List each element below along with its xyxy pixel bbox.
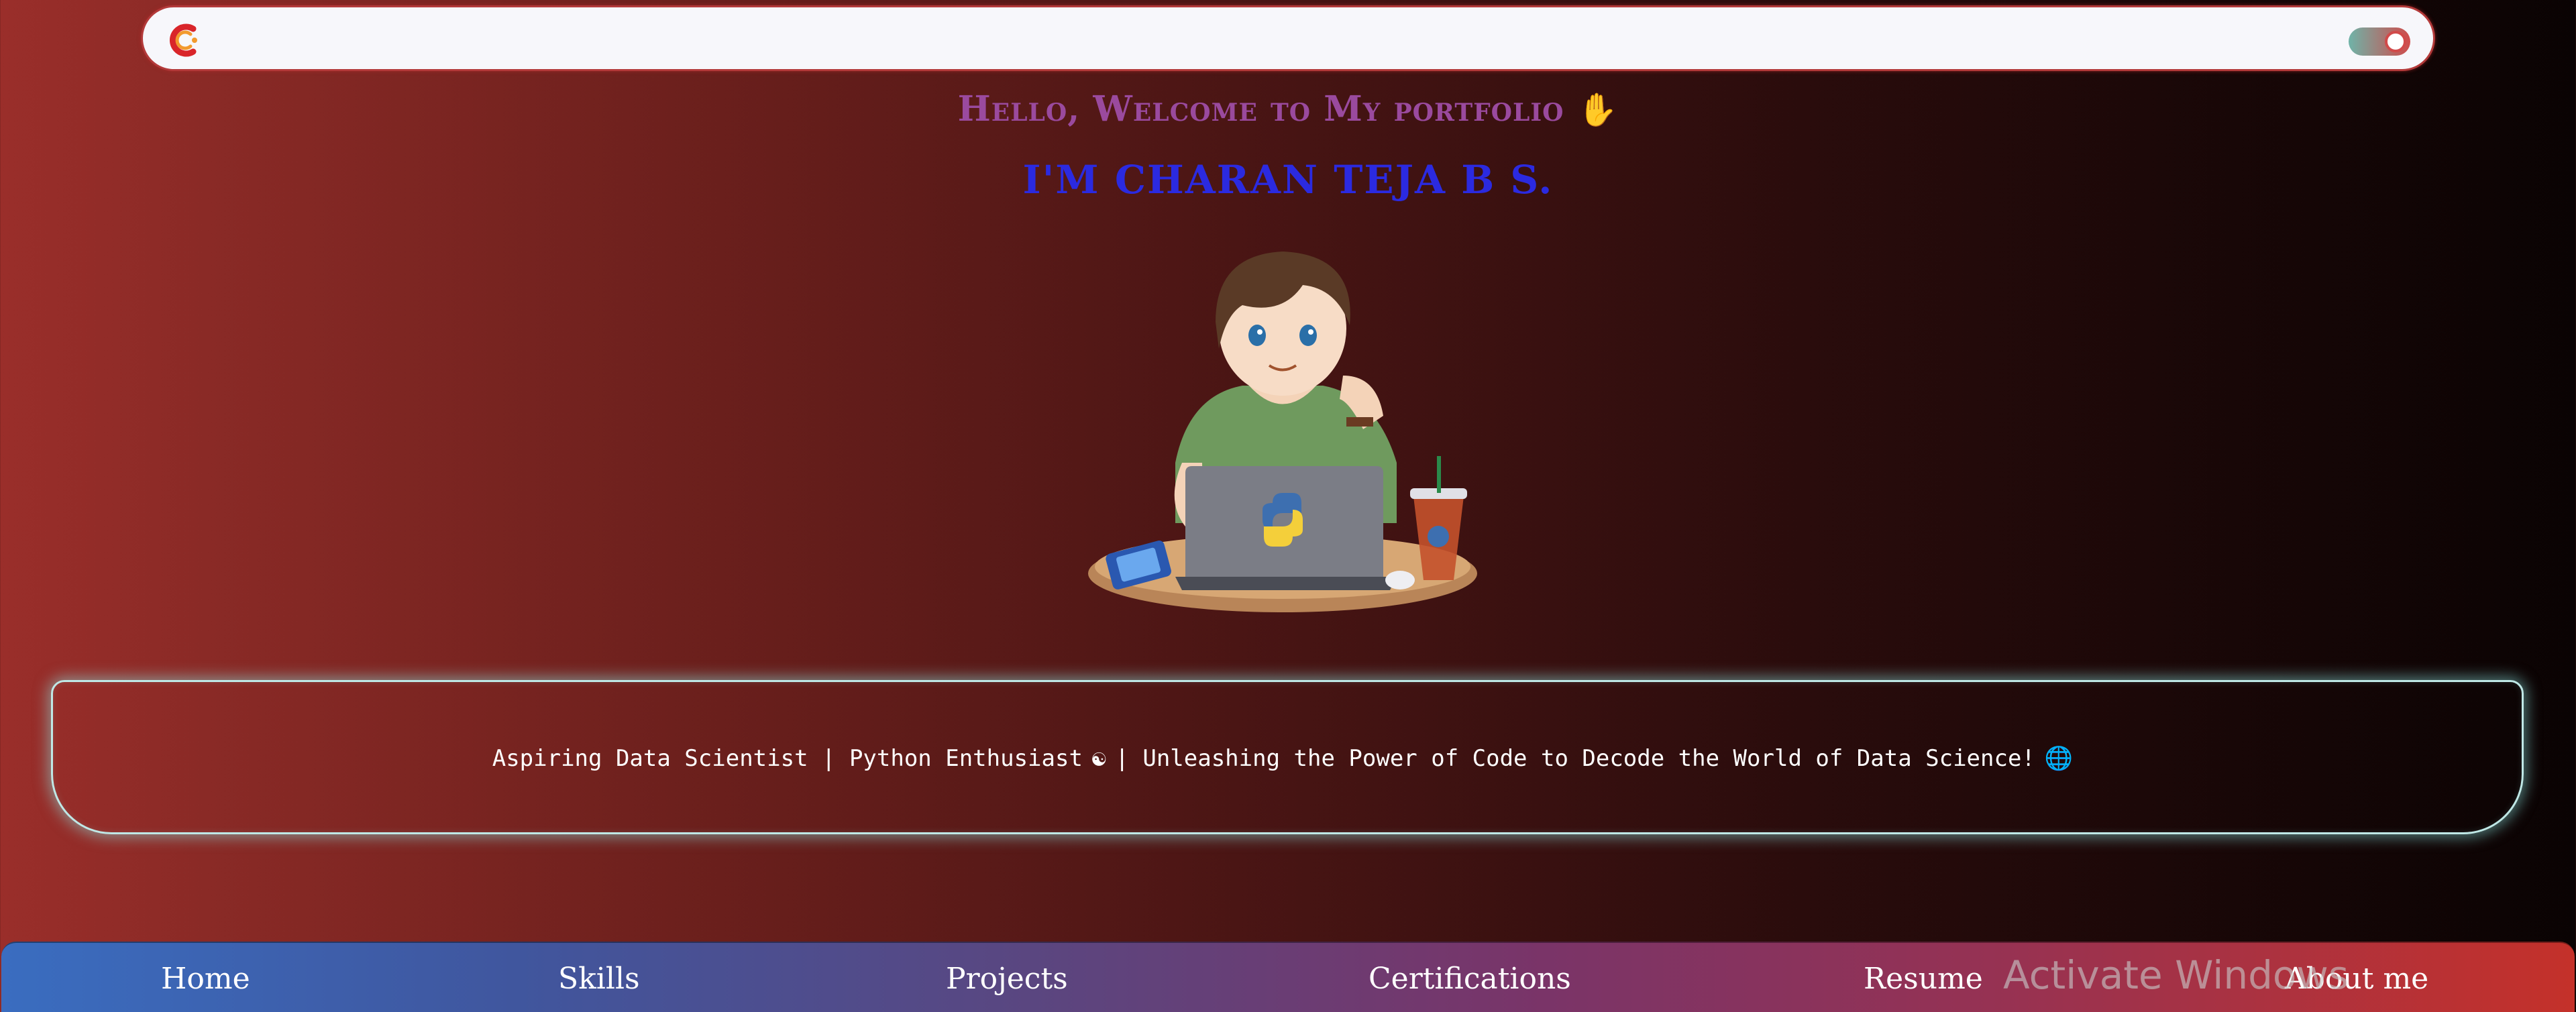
theme-toggle[interactable]	[2349, 27, 2410, 56]
bottom-nav: Home Skills Projects Certifications Resu…	[1, 942, 2575, 1012]
wave-icon: ✋	[1577, 91, 1619, 129]
tagline-part1: Aspiring Data Scientist | Python Enthusi…	[492, 745, 1083, 772]
tagline-card: Aspiring Data Scientist | Python Enthusi…	[51, 680, 2524, 834]
logo-c-icon[interactable]	[166, 22, 203, 58]
nav-certifications[interactable]: Certifications	[1368, 962, 1571, 996]
greeting-text: Hello, Welcome to My portfolio	[957, 89, 1564, 129]
top-search-bar[interactable]	[141, 5, 2435, 71]
nav-projects[interactable]: Projects	[946, 962, 1068, 996]
developer-avatar-illustration	[1088, 251, 1477, 612]
tagline-text-row: Aspiring Data Scientist | Python Enthusi…	[53, 745, 2522, 772]
globe-icon: 🌐	[2044, 745, 2074, 772]
nav-home[interactable]: Home	[161, 962, 250, 996]
nav-resume[interactable]: Resume	[1864, 962, 1983, 996]
nav-about-me[interactable]: About me	[2285, 962, 2428, 996]
nav-skills[interactable]: Skills	[558, 962, 640, 996]
toggle-knob	[2385, 31, 2406, 52]
greeting-heading: Hello, Welcome to My portfolio ✋	[0, 89, 2576, 129]
yin-yang-icon: ☯	[1091, 745, 1106, 772]
name-heading: I'M CHARAN TEJA B S.	[1022, 157, 1554, 203]
tagline-part2: | Unleashing the Power of Code to Decode…	[1115, 745, 2035, 772]
